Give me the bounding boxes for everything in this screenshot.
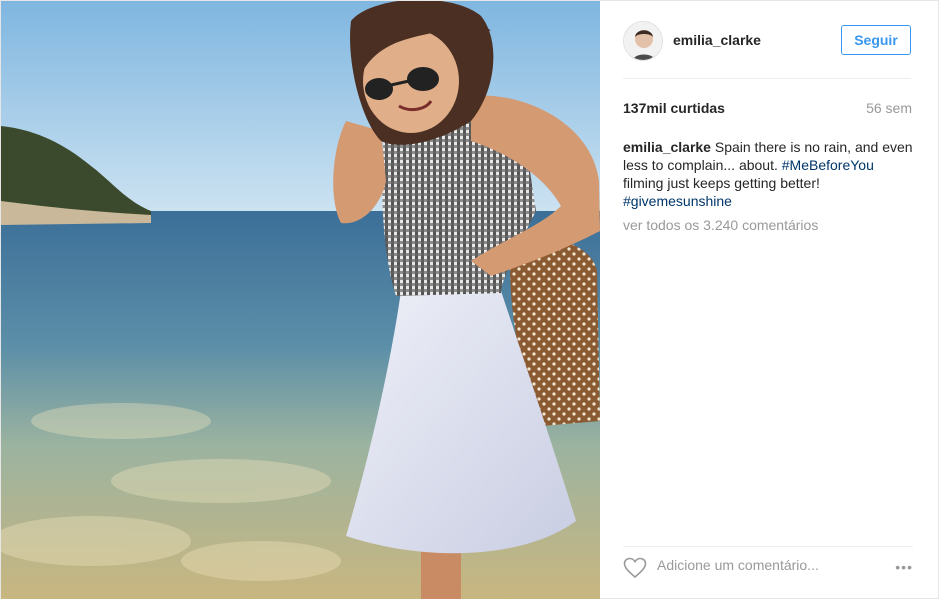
view-all-comments-link[interactable]: ver todos os 3.240 comentários	[623, 217, 818, 233]
caption-text-2: filming just keeps getting better!	[623, 175, 820, 191]
ellipsis-icon[interactable]: •••	[895, 559, 913, 575]
post-caption: emilia_clarke Spain there is no rain, an…	[623, 138, 913, 210]
avatar[interactable]	[623, 21, 663, 61]
instagram-post: emilia_clarke Seguir 137mil curtidas 56 …	[0, 0, 939, 599]
author-username[interactable]: emilia_clarke	[673, 32, 761, 48]
post-photo[interactable]	[1, 1, 600, 599]
comment-bar: Adicione um comentário... •••	[623, 546, 913, 586]
follow-button[interactable]: Seguir	[841, 25, 911, 55]
heart-icon[interactable]	[623, 557, 647, 579]
post-time[interactable]: 56 sem	[866, 100, 912, 116]
profile-avatar-icon	[624, 22, 662, 60]
caption-username[interactable]: emilia_clarke	[623, 139, 711, 155]
post-sidebar: emilia_clarke Seguir 137mil curtidas 56 …	[600, 1, 939, 599]
likes-count[interactable]: 137mil curtidas	[623, 100, 725, 116]
caption-hashtag-1[interactable]: #MeBeforeYou	[782, 157, 874, 173]
caption-hashtag-2[interactable]: #givemesunshine	[623, 193, 732, 209]
comment-input[interactable]: Adicione um comentário...	[657, 557, 819, 573]
post-header: emilia_clarke Seguir	[623, 19, 911, 79]
